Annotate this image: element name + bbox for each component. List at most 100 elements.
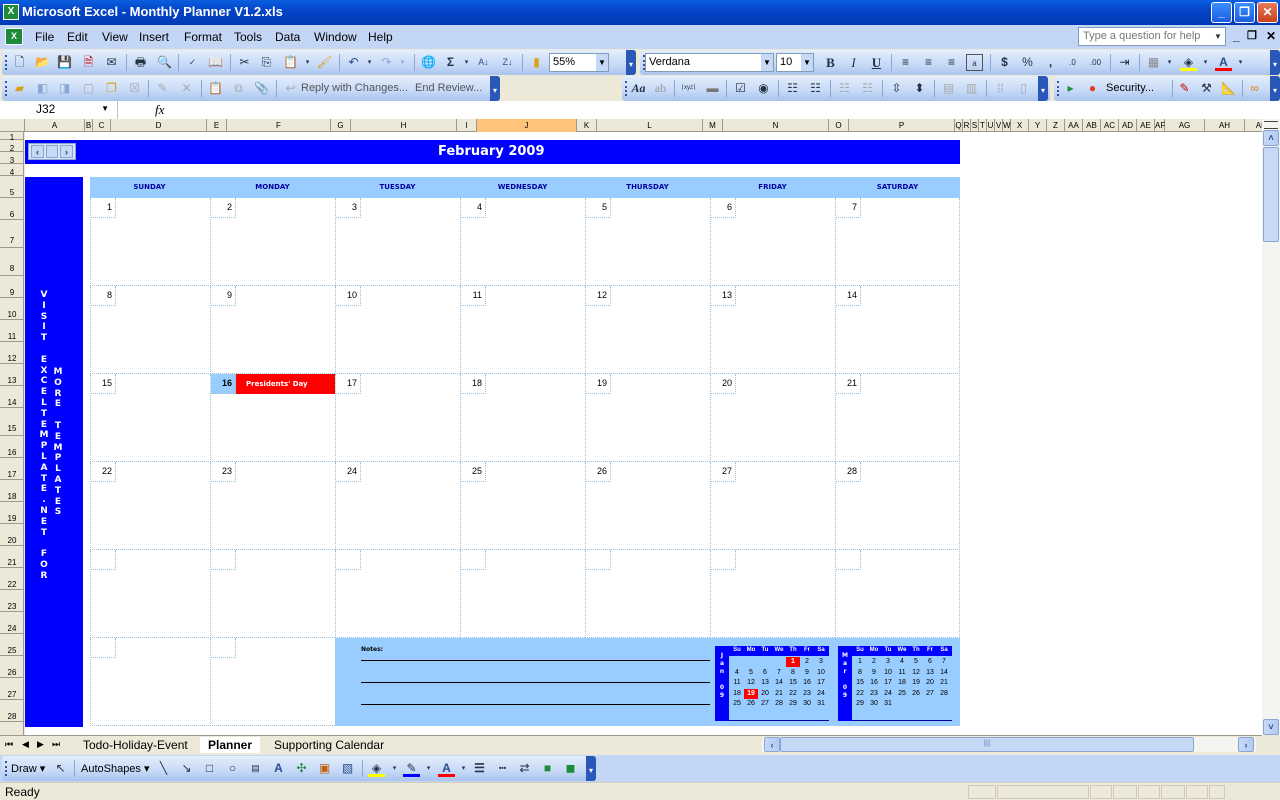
wordart-icon[interactable]: A [270, 760, 287, 777]
column-header-d[interactable]: D [111, 119, 207, 132]
toolbar-options-button[interactable]: ▾ [586, 756, 596, 781]
select-objects-icon[interactable]: ↖ [52, 760, 69, 777]
day-cell[interactable] [460, 550, 585, 638]
column-header-k[interactable]: K [577, 119, 597, 132]
spinner-icon[interactable]: ⬍ [911, 80, 928, 97]
redo-icon[interactable]: ↷ [378, 54, 395, 71]
font-color-dropdown-icon[interactable]: ▾ [455, 760, 472, 777]
row-header-3[interactable]: 3 [0, 152, 24, 165]
menu-edit[interactable]: Edit [67, 30, 88, 44]
send-icon[interactable]: ⧉ [230, 80, 247, 97]
column-header-af[interactable]: AF [1155, 119, 1165, 132]
design-mode-icon[interactable]: 📐 [1220, 80, 1237, 97]
last-sheet-button[interactable]: ⏭ [52, 739, 60, 750]
split-box[interactable] [1264, 121, 1278, 129]
column-header-q[interactable]: Q [955, 119, 963, 132]
sheet-tab-todo-holiday-event[interactable]: Todo-Holiday-Event [75, 737, 196, 753]
doc-close-button[interactable]: ✕ [1266, 29, 1276, 43]
label-icon[interactable]: Aa [630, 80, 647, 97]
run-dialog-icon[interactable]: ▯ [1015, 80, 1032, 97]
row-header-22[interactable]: 22 [0, 568, 24, 590]
chevron-down-icon[interactable]: ▼ [761, 54, 773, 71]
email-icon[interactable]: ✉ [103, 54, 120, 71]
record-macro-icon[interactable]: ● [1084, 80, 1101, 97]
chevron-down-icon[interactable]: ▼ [801, 54, 813, 71]
delete-comment-icon[interactable]: ☒ [126, 80, 143, 97]
menu-data[interactable]: Data [275, 30, 300, 44]
day-cell[interactable]: 14 [835, 286, 960, 374]
day-cell[interactable]: 8 [90, 286, 209, 374]
column-header-p[interactable]: P [849, 119, 955, 132]
toolbar-options-button[interactable]: ▾ [1270, 76, 1280, 101]
day-cell[interactable]: 24 [335, 462, 460, 550]
menu-window[interactable]: Window [314, 30, 357, 44]
day-cell[interactable] [335, 550, 460, 638]
column-header-ac[interactable]: AC [1101, 119, 1119, 132]
day-cell[interactable]: 20 [710, 374, 835, 462]
day-cell[interactable] [210, 550, 335, 638]
align-center-icon[interactable]: ≡ [920, 54, 937, 71]
column-header-w[interactable]: W [1003, 119, 1011, 132]
formula-input[interactable] [170, 101, 1280, 119]
minimize-button[interactable]: _ [1211, 2, 1232, 23]
month-scroller[interactable]: ‹ › [28, 143, 76, 160]
sort-descending-icon[interactable]: Z↓ [499, 54, 516, 71]
autosum-icon[interactable]: Σ [442, 54, 459, 71]
vertical-scrollbar[interactable]: ˄ ˅ [1262, 119, 1280, 735]
line-icon[interactable]: ╲ [155, 760, 172, 777]
row-header-18[interactable]: 18 [0, 480, 24, 502]
column-header-b[interactable]: B [85, 119, 93, 132]
day-cell[interactable] [210, 638, 335, 726]
restore-button[interactable]: ❐ [1234, 2, 1255, 23]
row-header-24[interactable]: 24 [0, 612, 24, 634]
toolbar-options-button[interactable]: ▾ [1038, 76, 1048, 101]
scroll-thumb[interactable] [46, 145, 58, 158]
column-header-ah[interactable]: AH [1205, 119, 1245, 132]
show-all-comments-icon[interactable]: ❐ [103, 80, 120, 97]
day-cell[interactable]: 9 [210, 286, 335, 374]
row-header-21[interactable]: 21 [0, 546, 24, 568]
currency-button[interactable]: $ [996, 54, 1013, 71]
fill-color-icon[interactable]: ◈ [368, 760, 385, 777]
text-box-icon[interactable]: ▤ [247, 760, 264, 777]
column-header-n[interactable]: N [723, 119, 829, 132]
vb-editor-icon[interactable]: ✎ [1176, 80, 1193, 97]
day-cell[interactable]: 21 [835, 374, 960, 462]
align-left-icon[interactable]: ≡ [897, 54, 914, 71]
arrow-style-icon[interactable]: ⇄ [516, 760, 533, 777]
diagram-icon[interactable]: ✣ [293, 760, 310, 777]
row-header-26[interactable]: 26 [0, 656, 24, 678]
percent-button[interactable]: % [1019, 54, 1036, 71]
column-header-j[interactable]: J [477, 119, 577, 132]
new-icon[interactable]: 🗋 [11, 54, 28, 71]
workbook-icon[interactable]: X [5, 28, 23, 45]
oval-icon[interactable]: ○ [224, 760, 241, 777]
font-color-icon[interactable]: A [438, 760, 455, 777]
day-cell[interactable]: 12 [585, 286, 710, 374]
toolbar-grip[interactable] [625, 81, 627, 96]
print-preview-icon[interactable]: 🔍 [156, 54, 173, 71]
permission-icon[interactable]: 🗎 [80, 54, 97, 71]
row-header-28[interactable]: 28 [0, 700, 24, 722]
column-header-r[interactable]: R [963, 119, 971, 132]
script-editor-icon[interactable]: ∞ [1246, 80, 1263, 97]
borders-dropdown-icon[interactable]: ▾ [1161, 54, 1178, 71]
row-header-2[interactable]: 2 [0, 140, 24, 153]
paste-dropdown-icon[interactable]: ▾ [299, 54, 316, 71]
italic-button[interactable]: I [845, 54, 862, 71]
toggle-grid-icon[interactable]: ⁞⁞ [992, 80, 1009, 97]
column-header-c[interactable]: C [93, 119, 111, 132]
edit-box-icon[interactable]: ab [652, 80, 669, 97]
edit-code-icon[interactable]: ▥ [963, 80, 980, 97]
save-icon[interactable]: 💾 [56, 54, 73, 71]
row-header-4[interactable]: 4 [0, 164, 24, 177]
row-header-10[interactable]: 10 [0, 298, 24, 320]
chevron-down-icon[interactable]: ▼ [101, 104, 109, 113]
toolbar-options-button[interactable]: ▾ [626, 50, 636, 75]
column-header-i[interactable]: I [457, 119, 477, 132]
row-header-25[interactable]: 25 [0, 634, 24, 656]
fx-icon[interactable]: fx [155, 102, 164, 118]
row-header-23[interactable]: 23 [0, 590, 24, 612]
line-color-icon[interactable]: ✎ [403, 760, 420, 777]
column-header-t[interactable]: T [979, 119, 987, 132]
